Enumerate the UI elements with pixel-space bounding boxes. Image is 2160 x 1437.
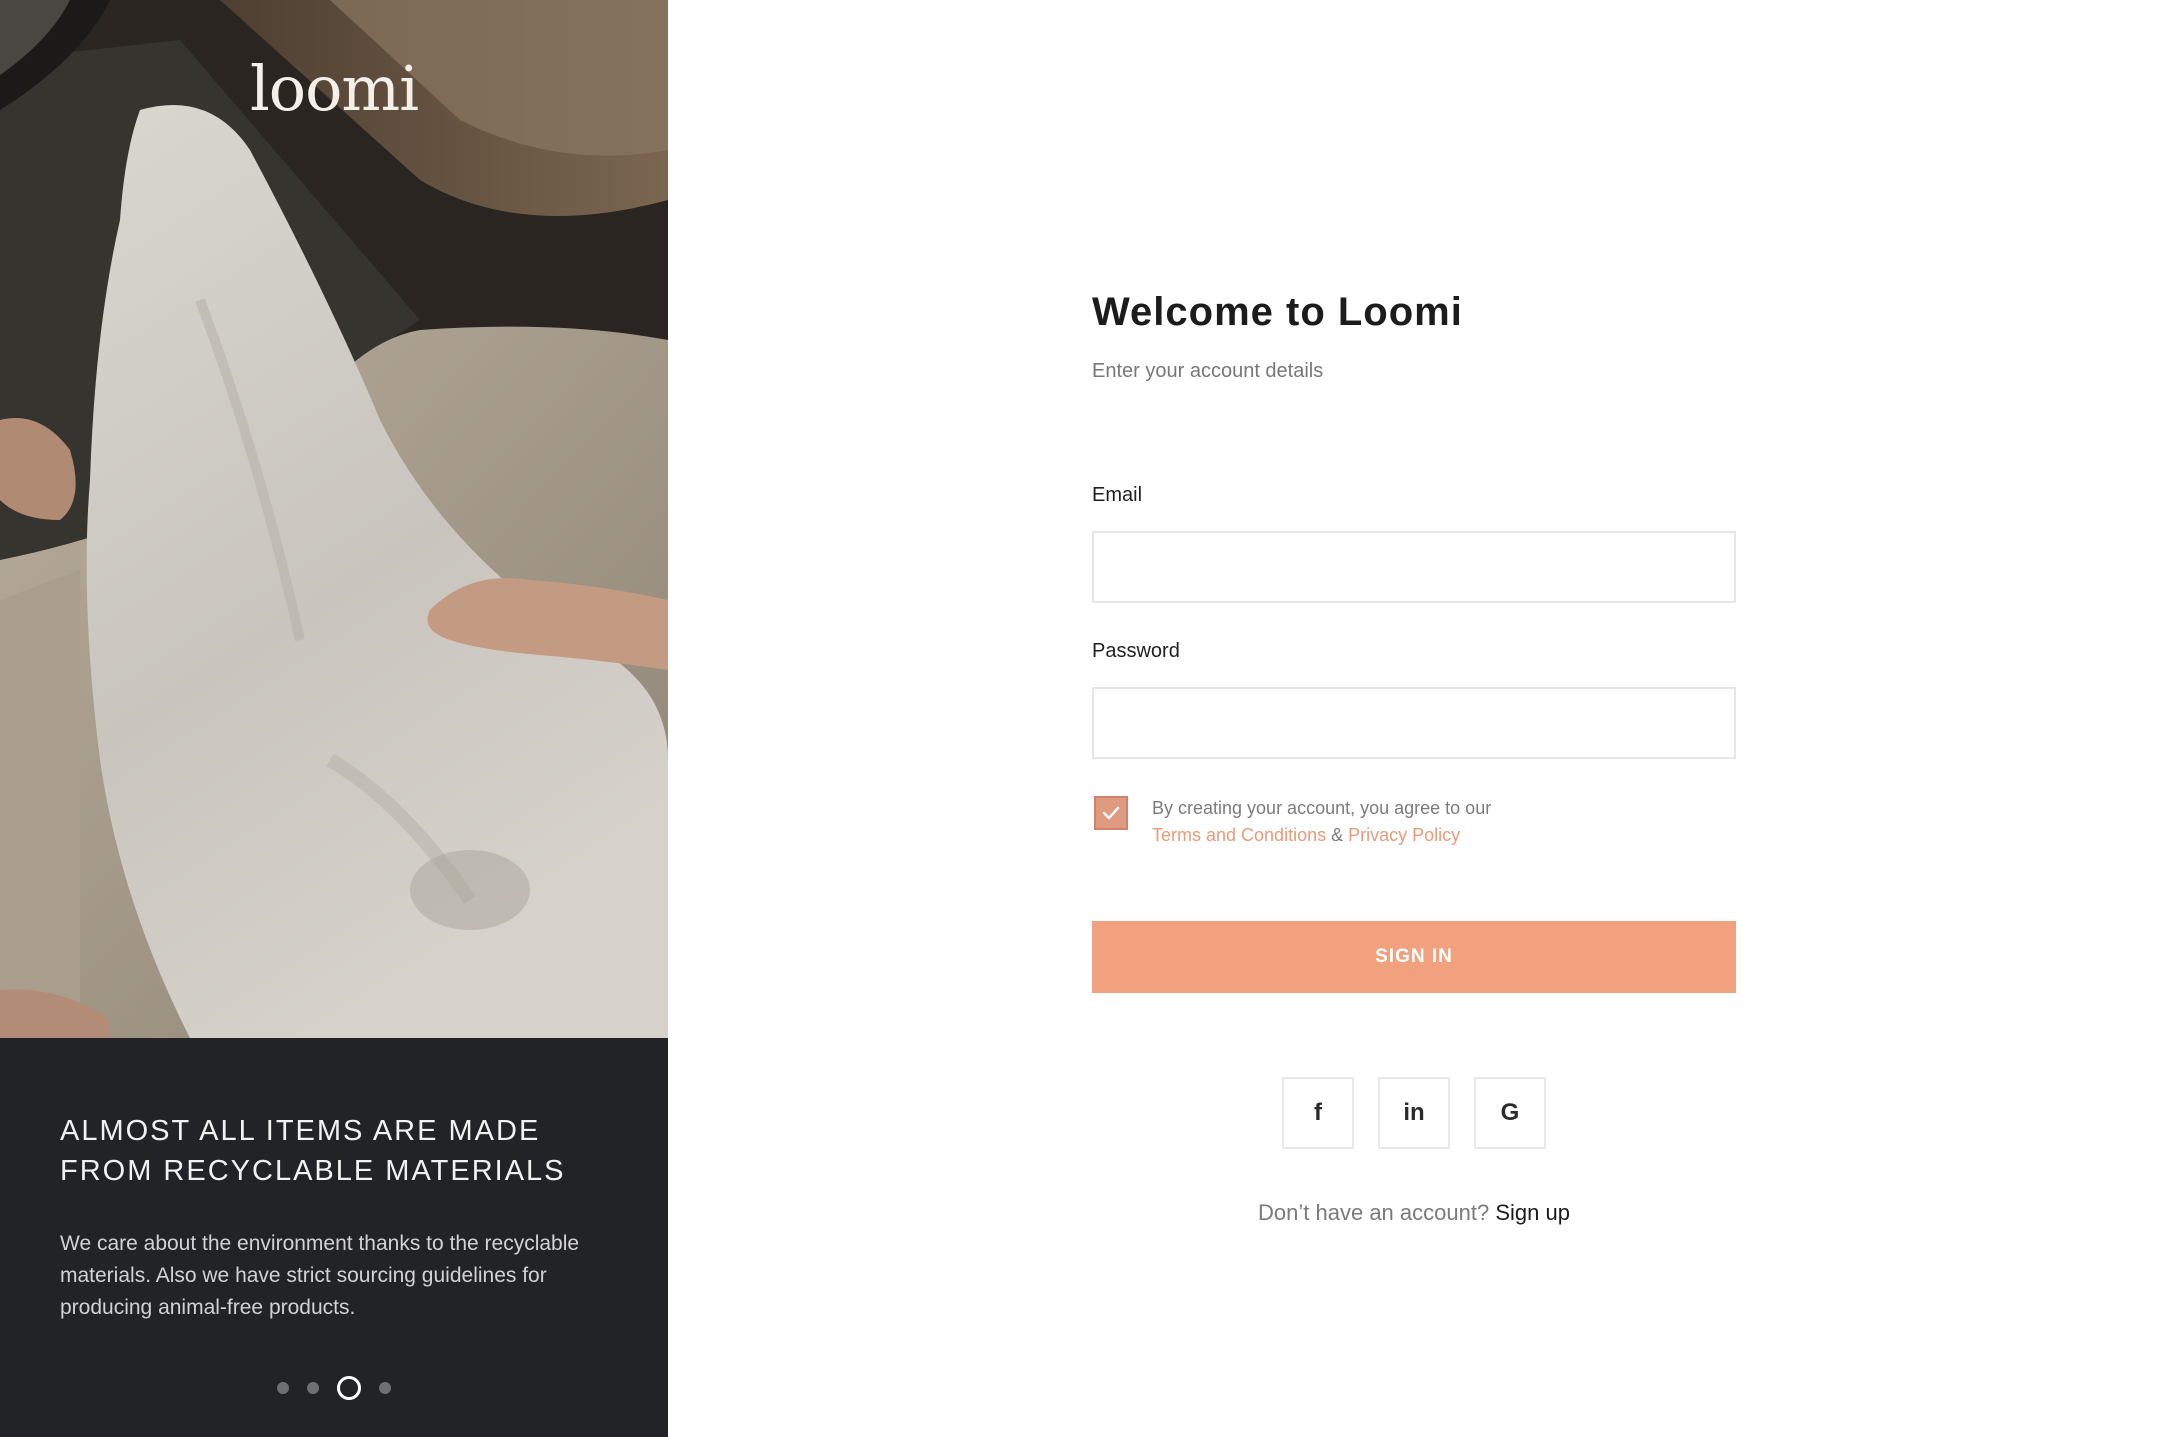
linkedin-icon: in bbox=[1403, 1099, 1425, 1126]
promo-panel: loomi ALMOST ALL ITEMS ARE MADE FROM REC… bbox=[0, 0, 668, 1437]
page-subtitle: Enter your account details bbox=[1092, 360, 1324, 382]
page-title: Welcome to Loomi bbox=[1092, 290, 1463, 334]
no-account-text: Don’t have an account? bbox=[1258, 1200, 1490, 1225]
login-page: loomi ALMOST ALL ITEMS ARE MADE FROM REC… bbox=[0, 0, 2160, 1437]
terms-prefix: By creating your account, you agree to o… bbox=[1152, 798, 1492, 818]
promo-title: ALMOST ALL ITEMS ARE MADE FROM RECYCLABL… bbox=[60, 1115, 566, 1187]
social-login-buttons: f in G bbox=[1282, 1077, 1546, 1149]
hero-illustration bbox=[0, 0, 668, 1038]
checkmark-icon bbox=[1102, 806, 1120, 820]
password-label: Password bbox=[1092, 640, 1180, 662]
facebook-login-button[interactable]: f bbox=[1282, 1077, 1354, 1149]
google-login-button[interactable]: G bbox=[1474, 1077, 1546, 1149]
sign-up-link[interactable]: Sign up bbox=[1495, 1200, 1570, 1225]
carousel-indicator bbox=[0, 1376, 668, 1400]
signup-prompt: Don’t have an account? Sign up bbox=[1092, 1200, 1736, 1226]
terms-text: By creating your account, you agree to o… bbox=[1152, 795, 1491, 849]
terms-conditions-link[interactable]: Terms and Conditions bbox=[1152, 825, 1326, 845]
terms-and-symbol: & bbox=[1331, 825, 1344, 845]
terms-links-line: Terms and Conditions & Privacy Policy bbox=[1152, 822, 1491, 849]
facebook-icon: f bbox=[1314, 1099, 1322, 1126]
email-field[interactable] bbox=[1092, 531, 1736, 603]
loomi-logo[interactable]: loomi bbox=[0, 52, 668, 125]
sign-in-button[interactable]: SIGN IN bbox=[1092, 921, 1736, 993]
carousel-dot-1[interactable] bbox=[277, 1382, 289, 1394]
carousel-dot-2[interactable] bbox=[307, 1382, 319, 1394]
linkedin-login-button[interactable]: in bbox=[1378, 1077, 1450, 1149]
carousel-dot-4[interactable] bbox=[379, 1382, 391, 1394]
email-label: Email bbox=[1092, 484, 1143, 506]
google-icon: G bbox=[1500, 1099, 1520, 1126]
terms-checkbox[interactable] bbox=[1094, 796, 1128, 830]
hero-image: loomi bbox=[0, 0, 668, 1038]
password-field[interactable] bbox=[1092, 687, 1736, 759]
carousel-dot-3-active[interactable] bbox=[337, 1376, 361, 1400]
sign-in-form: Welcome to Loomi Enter your account deta… bbox=[1092, 0, 1736, 1437]
promo-description: We care about the environment thanks to … bbox=[60, 1232, 580, 1319]
privacy-policy-link[interactable]: Privacy Policy bbox=[1348, 825, 1460, 845]
